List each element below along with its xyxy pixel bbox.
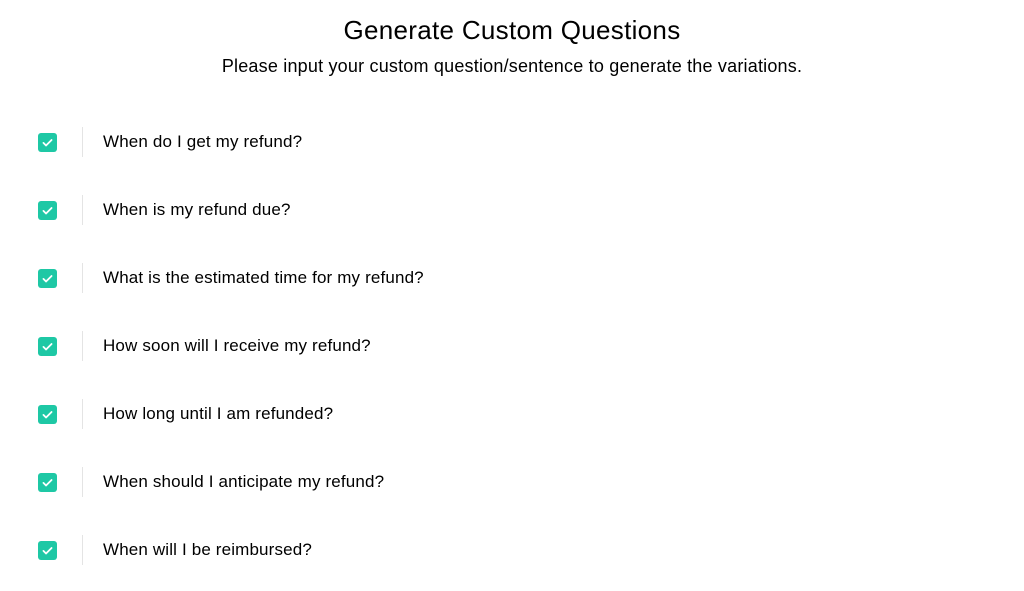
question-checkbox[interactable] xyxy=(38,133,57,152)
row-divider xyxy=(82,467,83,497)
question-text: What is the estimated time for my refund… xyxy=(103,268,424,288)
page-header: Generate Custom Questions Please input y… xyxy=(0,15,1024,77)
question-checkbox[interactable] xyxy=(38,269,57,288)
question-row: What is the estimated time for my refund… xyxy=(38,263,986,293)
question-text: When is my refund due? xyxy=(103,200,291,220)
question-checkbox[interactable] xyxy=(38,541,57,560)
row-divider xyxy=(82,263,83,293)
page-title: Generate Custom Questions xyxy=(0,15,1024,46)
row-divider xyxy=(82,331,83,361)
question-row: When will I be reimbursed? xyxy=(38,535,986,565)
row-divider xyxy=(82,127,83,157)
row-divider xyxy=(82,399,83,429)
question-text: When should I anticipate my refund? xyxy=(103,472,384,492)
page-subtitle: Please input your custom question/senten… xyxy=(0,56,1024,77)
check-icon xyxy=(41,136,54,149)
question-list: When do I get my refund? When is my refu… xyxy=(0,127,1024,565)
check-icon xyxy=(41,408,54,421)
question-checkbox[interactable] xyxy=(38,201,57,220)
check-icon xyxy=(41,476,54,489)
check-icon xyxy=(41,204,54,217)
question-checkbox[interactable] xyxy=(38,405,57,424)
question-row: How long until I am refunded? xyxy=(38,399,986,429)
row-divider xyxy=(82,195,83,225)
check-icon xyxy=(41,340,54,353)
question-row: When do I get my refund? xyxy=(38,127,986,157)
question-text: How long until I am refunded? xyxy=(103,404,333,424)
page-container: Generate Custom Questions Please input y… xyxy=(0,0,1024,565)
question-text: How soon will I receive my refund? xyxy=(103,336,371,356)
check-icon xyxy=(41,272,54,285)
question-text: When do I get my refund? xyxy=(103,132,302,152)
question-row: When is my refund due? xyxy=(38,195,986,225)
question-checkbox[interactable] xyxy=(38,473,57,492)
question-row: How soon will I receive my refund? xyxy=(38,331,986,361)
question-checkbox[interactable] xyxy=(38,337,57,356)
question-text: When will I be reimbursed? xyxy=(103,540,312,560)
row-divider xyxy=(82,535,83,565)
question-row: When should I anticipate my refund? xyxy=(38,467,986,497)
check-icon xyxy=(41,544,54,557)
